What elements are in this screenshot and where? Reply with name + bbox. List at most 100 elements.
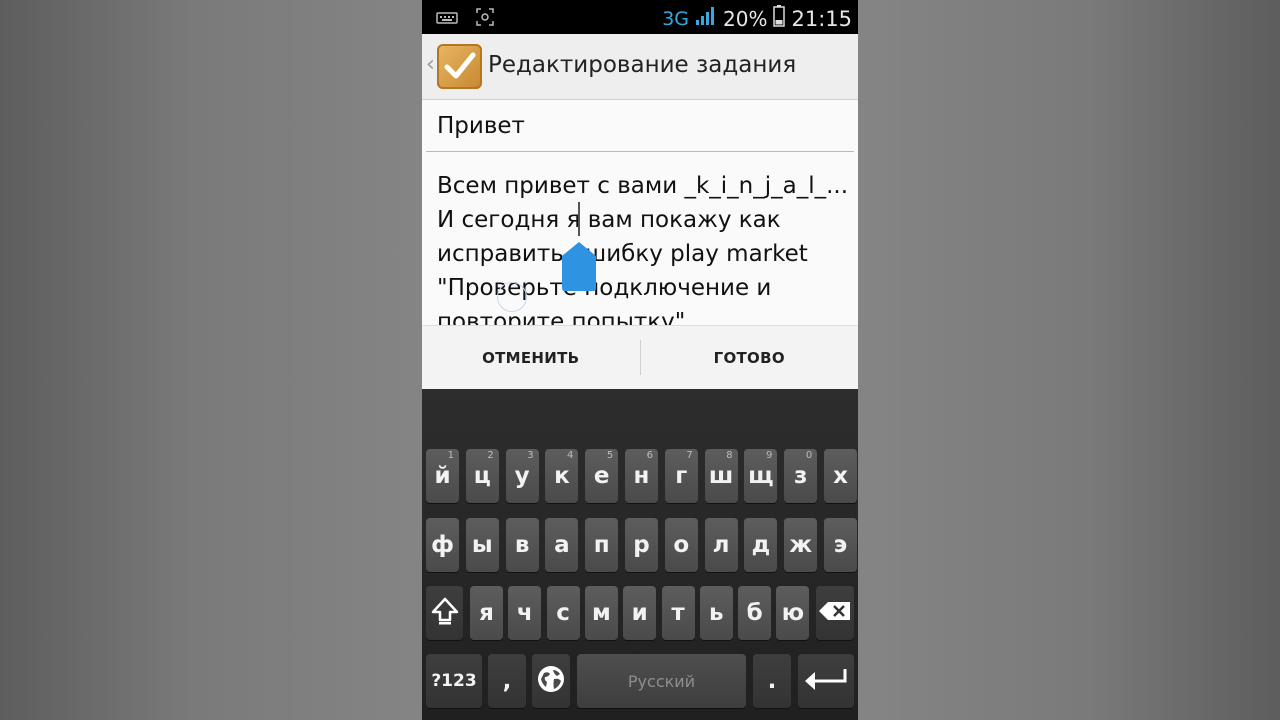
key-д[interactable]: д xyxy=(744,518,778,572)
key-ь[interactable]: ь xyxy=(699,586,733,640)
key-я[interactable]: я xyxy=(470,586,503,640)
key-е[interactable]: е5 xyxy=(585,449,619,503)
cursor-handle-icon[interactable] xyxy=(560,240,598,292)
dialog-buttons: ОТМЕНИТЬ ГОТОВО xyxy=(422,325,858,389)
battery-percent: 20% xyxy=(723,6,768,31)
key-hint: 3 xyxy=(527,450,534,461)
key-а[interactable]: а xyxy=(545,518,579,572)
key-label: я xyxy=(479,600,494,626)
body-line: исправить ошибку play market xyxy=(437,241,808,267)
key-label: ь xyxy=(709,600,724,626)
delete-key[interactable] xyxy=(816,586,854,640)
done-button[interactable]: ГОТОВО xyxy=(641,326,859,389)
key-ф[interactable]: ф xyxy=(426,518,459,572)
key-п[interactable]: п xyxy=(585,518,619,572)
key-э[interactable]: э xyxy=(824,518,857,572)
soft-keyboard: й1ц2у3к4е5н6г7ш8щ9з0х фывапролджэ ячсмит… xyxy=(422,389,858,720)
key-к[interactable]: к4 xyxy=(545,449,579,503)
key-label: л xyxy=(712,532,730,558)
task-title-input[interactable]: Привет xyxy=(426,106,854,152)
key-в[interactable]: в xyxy=(505,518,539,572)
key-б[interactable]: б xyxy=(738,586,772,640)
key-label: в xyxy=(514,532,530,558)
language-key[interactable] xyxy=(532,654,570,708)
key-х[interactable]: х xyxy=(824,449,857,503)
key-л[interactable]: л xyxy=(704,518,738,572)
key-ц[interactable]: ц2 xyxy=(465,449,499,503)
key-hint: 1 xyxy=(447,450,454,461)
key-label: х xyxy=(833,463,848,489)
key-label: у xyxy=(514,463,530,489)
key-label: ж xyxy=(789,532,813,558)
key-hint: 0 xyxy=(805,450,813,461)
key-label: а xyxy=(554,532,570,558)
key-н[interactable]: н6 xyxy=(625,449,658,503)
key-й[interactable]: й1 xyxy=(426,449,459,503)
key-hint: 8 xyxy=(726,450,733,461)
body-line: повторите попытку" xyxy=(437,309,686,325)
key-label: д xyxy=(751,532,771,558)
key-ю[interactable]: ю xyxy=(776,586,810,640)
key-hint: 6 xyxy=(646,450,653,461)
key-label: э xyxy=(833,532,848,558)
key-т[interactable]: т xyxy=(661,586,695,640)
key-label: с xyxy=(556,600,570,626)
period-key[interactable]: . xyxy=(753,654,791,708)
phone-screen: 3G 20% 21:15 ‹ Редактирование задания Пр… xyxy=(422,0,858,720)
key-р[interactable]: р xyxy=(625,518,658,572)
key-label: ю xyxy=(781,600,805,626)
cancel-button[interactable]: ОТМЕНИТЬ xyxy=(422,326,640,389)
globe-icon xyxy=(536,664,566,699)
key-label: з xyxy=(794,463,808,489)
key-label: и xyxy=(631,600,648,626)
key-о[interactable]: о xyxy=(664,518,698,572)
key-label: ш xyxy=(708,463,734,489)
key-м[interactable]: м xyxy=(584,586,618,640)
screenshot-notification-icon xyxy=(476,8,494,30)
key-label: щ xyxy=(748,463,774,489)
app-checkmark-icon[interactable] xyxy=(437,44,482,89)
key-label: п xyxy=(593,532,610,558)
comma-key[interactable]: , xyxy=(488,654,526,708)
key-hint: 2 xyxy=(487,450,494,461)
symbols-key[interactable]: ?123 xyxy=(426,654,482,708)
key-label: б xyxy=(746,600,763,626)
key-hint: 4 xyxy=(567,450,574,461)
key-hint: 5 xyxy=(606,450,614,461)
key-label: й xyxy=(434,463,451,489)
key-ч[interactable]: ч xyxy=(508,586,542,640)
touch-ripple xyxy=(497,282,527,312)
space-key[interactable]: Русский xyxy=(577,654,746,708)
key-ж[interactable]: ж xyxy=(784,518,818,572)
key-щ[interactable]: щ9 xyxy=(744,449,778,503)
status-bar: 3G 20% 21:15 xyxy=(422,0,858,34)
network-type: 3G xyxy=(662,7,690,30)
shift-key[interactable] xyxy=(426,586,463,640)
key-ы[interactable]: ы xyxy=(465,518,499,572)
key-hint: 7 xyxy=(686,450,693,461)
enter-key[interactable] xyxy=(798,654,854,708)
enter-icon xyxy=(803,666,849,697)
key-label: о xyxy=(673,532,690,558)
battery-icon xyxy=(773,5,786,32)
key-label: г xyxy=(675,463,688,489)
key-label: ы xyxy=(471,532,493,558)
text-cursor xyxy=(578,202,580,236)
signal-icon xyxy=(695,6,717,31)
backspace-icon xyxy=(818,600,852,627)
action-bar: ‹ Редактирование задания xyxy=(422,34,858,100)
keyboard-notification-icon xyxy=(436,10,458,29)
key-у[interactable]: у3 xyxy=(505,449,539,503)
key-г[interactable]: г7 xyxy=(664,449,698,503)
key-с[interactable]: с xyxy=(546,586,580,640)
key-label: к xyxy=(554,463,570,489)
key-з[interactable]: з0 xyxy=(784,449,818,503)
key-и[interactable]: и xyxy=(623,586,657,640)
page-title: Редактирование задания xyxy=(488,52,797,78)
shift-icon xyxy=(430,596,460,631)
body-line: Всем привет с вами _k_i_n_j_a_l_... xyxy=(437,173,849,199)
back-chevron-icon[interactable]: ‹ xyxy=(426,52,435,77)
key-label: т xyxy=(671,600,685,626)
key-ш[interactable]: ш8 xyxy=(704,449,738,503)
key-label: ч xyxy=(516,600,533,626)
